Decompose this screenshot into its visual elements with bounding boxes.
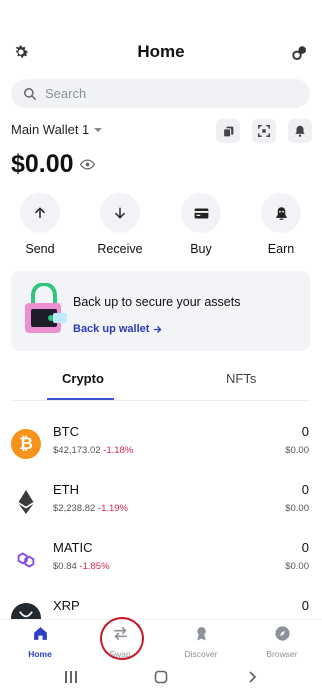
token-amount: 0 <box>301 540 309 555</box>
receive-circle[interactable] <box>100 193 140 233</box>
send-circle[interactable] <box>20 193 60 233</box>
receive-label: Receive <box>97 242 143 256</box>
nav-swap[interactable]: Swap <box>90 625 150 659</box>
backup-link-label: Back up wallet <box>73 323 150 335</box>
bell-icon <box>295 125 305 137</box>
token-change: -1.19% <box>97 503 129 514</box>
backup-card[interactable]: Back up to secure your assets Back up wa… <box>11 271 310 351</box>
nav-swap-label: Swap <box>109 649 131 659</box>
token-price: $42,173.02 <box>53 445 101 456</box>
bitcoin-icon: ₿ <box>11 429 41 459</box>
nav-browser[interactable]: Browser <box>252 625 312 659</box>
nav-home-label: Home <box>28 649 52 659</box>
token-symbol: MATIC <box>53 540 93 555</box>
token-fiat: $0.00 <box>285 445 309 456</box>
token-amount: 0 <box>301 424 309 439</box>
token-price: $2,238.82 <box>53 503 96 514</box>
wallet-connect-icon[interactable] <box>289 42 311 64</box>
earn-button[interactable]: Earn <box>253 193 309 256</box>
backup-wallet-link[interactable]: Back up wallet <box>73 323 162 335</box>
earn-icon <box>275 206 287 220</box>
page-title: Home <box>137 42 185 61</box>
token-price-line: $42,173.02 -1.18% <box>53 445 133 456</box>
earn-circle[interactable] <box>261 193 301 233</box>
arrow-down-icon <box>115 207 125 219</box>
token-row-eth[interactable]: ETH $2,238.82 -1.19% 0 $0.00 <box>0 479 322 537</box>
wallet-balance: $0.00 <box>11 150 95 179</box>
nav-browser-label: Browser <box>266 649 298 659</box>
card-icon <box>194 208 208 218</box>
home-icon <box>33 627 47 640</box>
token-symbol: BTC <box>53 424 79 439</box>
bottom-nav: Home Swap Discover Browser <box>0 619 322 666</box>
backup-title: Back up to secure your assets <box>73 295 241 309</box>
copy-address-button[interactable] <box>216 119 240 143</box>
token-fiat: $0.00 <box>285 503 309 514</box>
token-change: -1.85% <box>79 561 110 572</box>
buy-button[interactable]: Buy <box>173 193 229 256</box>
token-price: $0.84 <box>53 561 77 572</box>
buy-circle[interactable] <box>181 193 221 233</box>
compass-icon <box>274 626 290 641</box>
arrow-up-icon <box>35 207 45 219</box>
token-price-line: $0.84 -1.85% <box>53 561 110 572</box>
token-amount: 0 <box>301 598 309 613</box>
token-symbol: XRP <box>53 598 80 613</box>
eye-icon[interactable] <box>79 157 95 172</box>
token-fiat: $0.00 <box>285 561 309 572</box>
receive-button[interactable]: Receive <box>92 193 148 256</box>
backup-illustration <box>25 283 67 333</box>
nav-discover[interactable]: Discover <box>171 625 231 659</box>
send-label: Send <box>25 242 55 256</box>
scan-qr-button[interactable] <box>252 119 276 143</box>
tabs-divider <box>11 400 310 401</box>
search-icon <box>24 87 36 100</box>
tab-crypto[interactable]: Crypto <box>62 371 104 386</box>
wallet-selector[interactable]: Main Wallet 1 <box>11 122 103 137</box>
arrow-right-icon <box>154 325 162 333</box>
buy-label: Buy <box>190 242 212 256</box>
token-change: -1.18% <box>103 445 134 456</box>
copy-icon <box>222 126 233 137</box>
notifications-button[interactable] <box>288 119 312 143</box>
token-amount: 0 <box>301 482 309 497</box>
search-input[interactable] <box>43 85 287 102</box>
nav-home[interactable]: Home <box>10 625 70 659</box>
discover-icon <box>196 627 206 641</box>
back-chevron-icon[interactable] <box>245 670 259 684</box>
home-square-icon[interactable] <box>154 670 168 684</box>
chevron-down-icon <box>94 127 103 132</box>
nav-discover-label: Discover <box>184 649 218 659</box>
system-navigation-bar <box>0 666 322 698</box>
recent-apps-icon[interactable] <box>64 670 78 684</box>
token-symbol: ETH <box>53 482 79 497</box>
token-price-line: $2,238.82 -1.19% <box>53 503 128 514</box>
wallet-name: Main Wallet 1 <box>11 122 90 137</box>
ethereum-icon <box>11 487 41 517</box>
scan-icon <box>258 125 270 137</box>
polygon-icon <box>11 545 41 575</box>
swap-icon <box>113 627 127 640</box>
token-row-matic[interactable]: MATIC $0.84 -1.85% 0 $0.00 <box>0 537 322 595</box>
tab-nfts[interactable]: NFTs <box>226 371 256 386</box>
search-bar[interactable] <box>11 79 310 108</box>
send-button[interactable]: Send <box>12 193 68 256</box>
token-row-btc[interactable]: ₿ BTC $42,173.02 -1.18% 0 $0.00 <box>0 421 322 479</box>
balance-value: $0.00 <box>11 150 74 178</box>
earn-label: Earn <box>267 242 295 256</box>
